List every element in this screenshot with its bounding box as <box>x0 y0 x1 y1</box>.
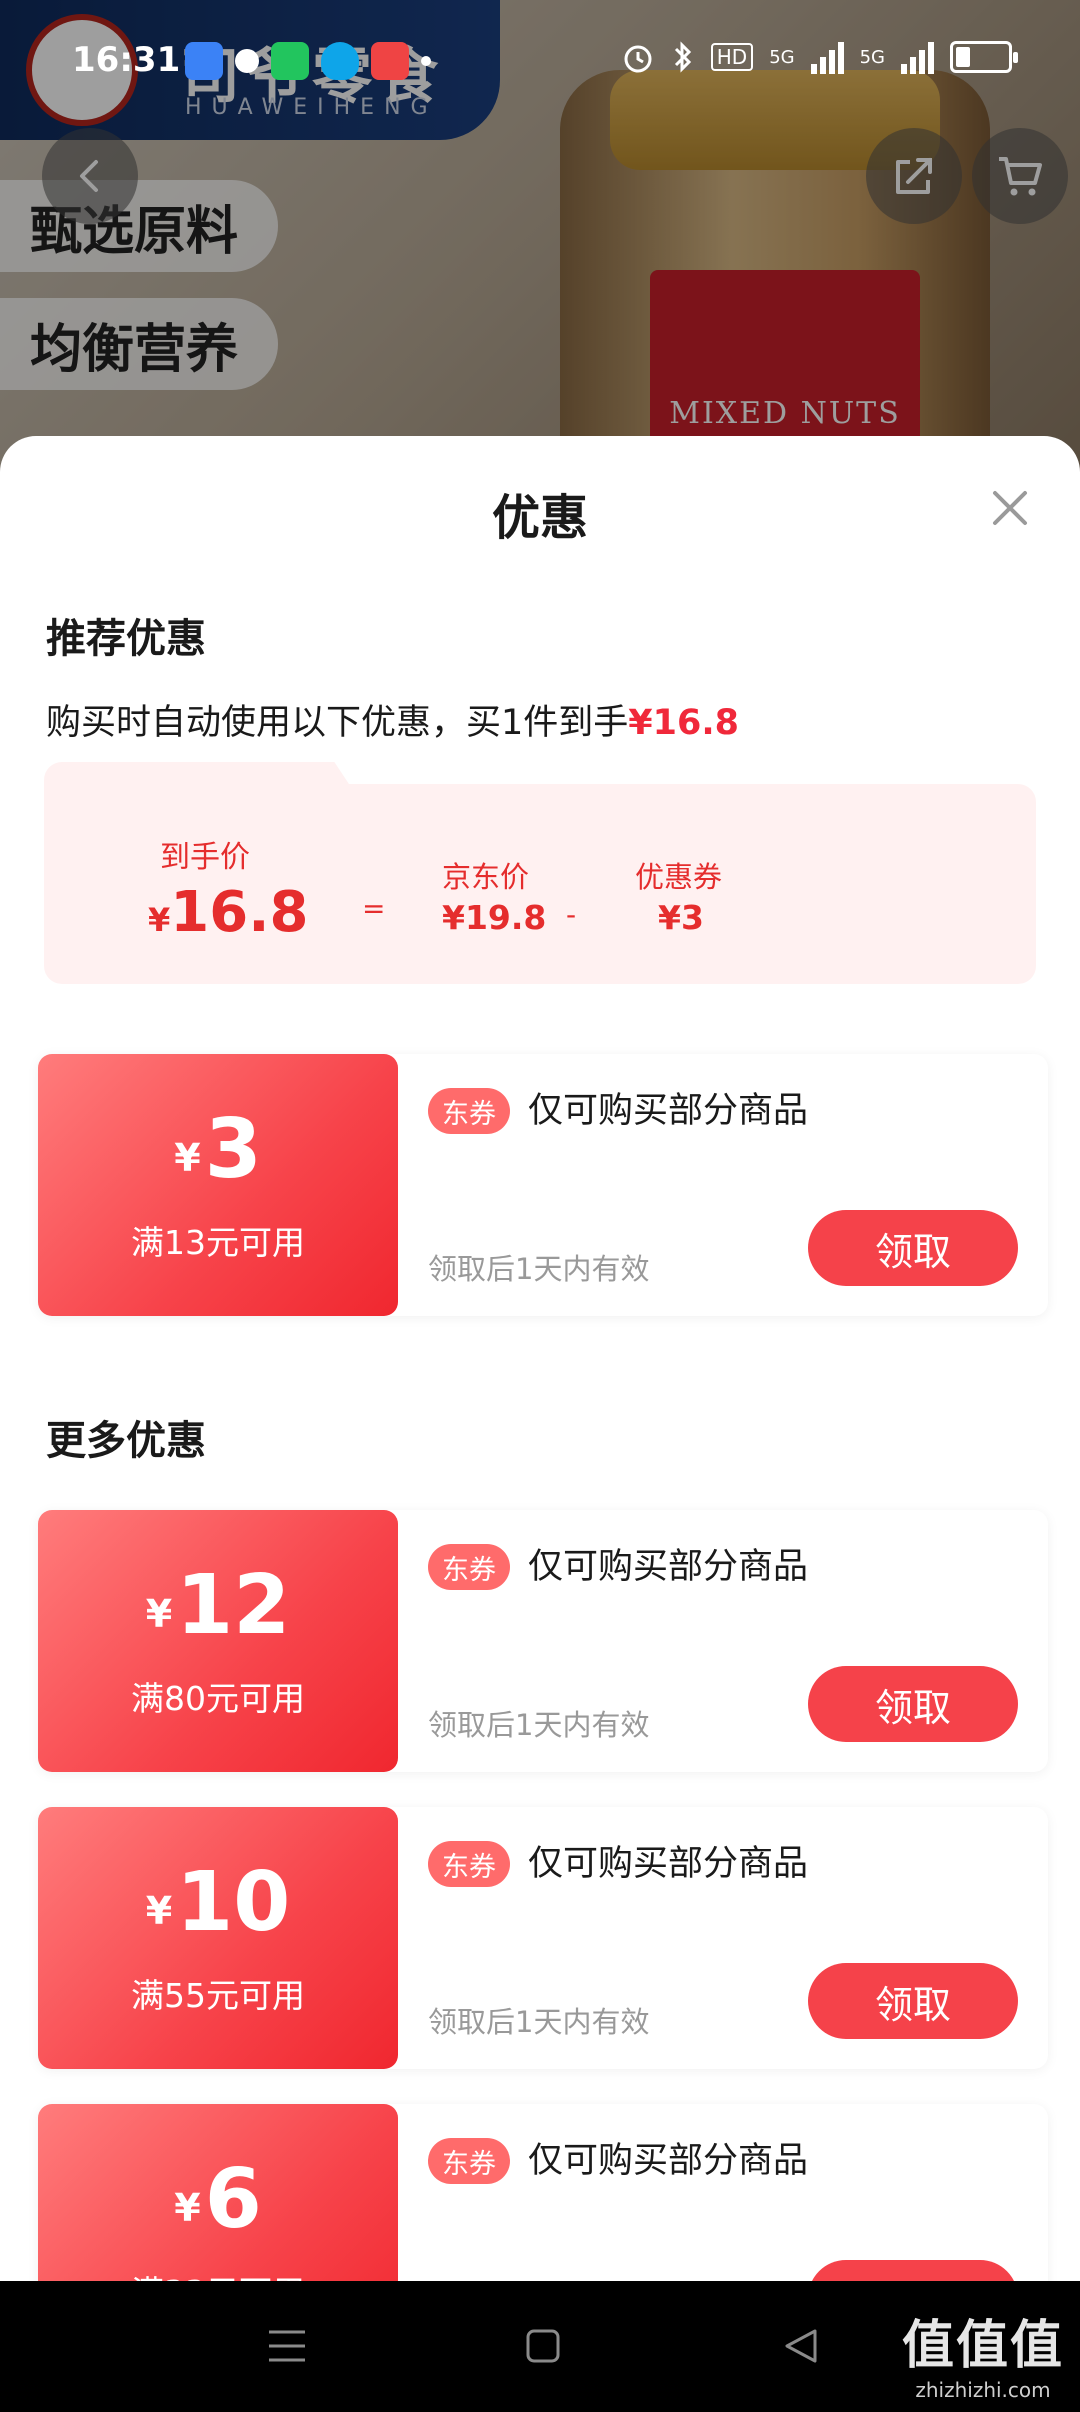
qq-icon <box>321 42 359 80</box>
signal-icon <box>810 40 844 74</box>
coupon-description: 仅可购买部分商品 <box>528 1844 809 1884</box>
coupon-discount-label: 优惠券 <box>635 860 723 894</box>
coupon-amount-value: 10 <box>176 1855 291 1950</box>
close-button[interactable] <box>980 478 1040 538</box>
coupon-amount: ¥3 <box>38 1102 398 1197</box>
final-price: ¥16.8 <box>148 880 308 945</box>
more-dot-icon <box>421 56 431 66</box>
app-notification-icon <box>185 42 223 80</box>
jd-price-label: 京东价 <box>442 860 530 894</box>
battery-icon <box>950 41 1018 73</box>
notification-icons <box>185 42 431 80</box>
coupon-discount-value: ¥3 <box>658 898 704 937</box>
app-notification-icon <box>371 42 409 80</box>
coupon-value-panel: ¥12 满80元可用 <box>38 1510 398 1772</box>
discount-sheet: 优惠 推荐优惠 购买时自动使用以下优惠，买1件到手¥16.8 到手价 ¥16.8… <box>0 436 1080 2281</box>
coupon-amount-value: 6 <box>204 2152 262 2247</box>
bluetooth-icon <box>674 41 691 73</box>
coupon-description: 仅可购买部分商品 <box>528 2141 809 2181</box>
nav-home-button[interactable] <box>508 2311 578 2381</box>
coupon-amount-value: 12 <box>176 1558 291 1653</box>
site-watermark: 值值值 zhizhizhi.com <box>902 2303 1064 2402</box>
price-breakdown: 到手价 ¥16.8 = 京东价 ¥19.8 - 优惠券 ¥3 <box>44 762 1036 984</box>
recommended-desc-text: 购买时自动使用以下优惠，买1件到手 <box>46 703 629 743</box>
close-icon <box>993 491 1027 525</box>
coupon-badge: 东券 <box>428 1544 510 1590</box>
coupon-validity: 领取后1天内有效 <box>428 2005 650 2039</box>
back-triangle-icon <box>785 2329 817 2363</box>
claim-coupon-button[interactable]: 领取 <box>808 1963 1018 2039</box>
coupon-yen: ¥ <box>174 1136 201 1180</box>
nav-back-button[interactable] <box>766 2311 836 2381</box>
coupon-card: ¥10 满55元可用 东券 仅可购买部分商品 领取后1天内有效 领取 <box>38 1807 1048 2069</box>
price-breakdown-tab <box>44 762 374 822</box>
hd-label: HD <box>710 43 754 71</box>
final-price-label: 到手价 <box>160 840 250 875</box>
coupon-validity: 领取后1天内有效 <box>428 1252 650 1286</box>
coupon-description: 仅可购买部分商品 <box>528 1091 809 1131</box>
sheet-title: 优惠 <box>491 490 588 546</box>
coupon-card: ¥12 满80元可用 东券 仅可购买部分商品 领取后1天内有效 领取 <box>38 1510 1048 1772</box>
coupon-validity: 领取后1天内有效 <box>428 1708 650 1742</box>
watermark-main: 值值值 <box>901 2315 1064 2376</box>
coupon-amount: ¥12 <box>38 1558 398 1653</box>
coupon-card: ¥3 满13元可用 东券 仅可购买部分商品 领取后1天内有效 领取 <box>38 1054 1048 1316</box>
signal-icon <box>901 40 934 74</box>
menu-icon <box>269 2330 305 2362</box>
final-price-yen: ¥ <box>148 901 171 939</box>
status-bar: 16:31 HD 5G 5G <box>0 0 1080 126</box>
more-offers-heading: 更多优惠 <box>46 1418 206 1464</box>
equals-sign: = <box>362 892 386 925</box>
coupon-value-panel: ¥3 满13元可用 <box>38 1054 398 1316</box>
home-square-icon <box>526 2329 560 2363</box>
coupon-badge: 东券 <box>428 1088 510 1134</box>
recommended-desc-price: ¥16.8 <box>628 703 739 743</box>
alarm-icon <box>624 45 652 73</box>
jd-price-value: ¥19.8 <box>442 898 547 937</box>
coupon-amount: ¥6 <box>38 2152 398 2247</box>
coupon-amount-value: 3 <box>204 1102 262 1197</box>
coupon-yen: ¥ <box>145 1592 173 1636</box>
claim-coupon-button[interactable]: 领取 <box>808 1666 1018 1742</box>
claim-coupon-button[interactable]: 领取 <box>808 1210 1018 1286</box>
coupon-badge: 东券 <box>428 2138 510 2184</box>
coupon-description: 仅可购买部分商品 <box>528 1547 809 1587</box>
status-right: HD 5G 5G <box>621 40 1018 74</box>
minus-sign: - <box>566 898 577 931</box>
coupon-value-panel: ¥6 满33元可用 <box>38 2104 398 2281</box>
status-time: 16:31 <box>72 40 181 80</box>
watermark-sub: zhizhizhi.com <box>915 2378 1051 2402</box>
recommended-heading: 推荐优惠 <box>46 616 206 662</box>
recommended-description: 购买时自动使用以下优惠，买1件到手¥16.8 <box>46 694 739 745</box>
network-label-1: 5G <box>769 46 795 68</box>
claim-coupon-button[interactable] <box>808 2260 1018 2281</box>
coupon-card: ¥6 满33元可用 东券 仅可购买部分商品 <box>38 2104 1048 2281</box>
coupon-condition: 满55元可用 <box>131 1976 305 2015</box>
coupon-yen: ¥ <box>145 1889 173 1933</box>
final-price-value: 16.8 <box>170 880 309 945</box>
coupon-condition: 满13元可用 <box>131 1223 305 1262</box>
system-nav-bar: 值值值 zhizhizhi.com <box>0 2281 1080 2412</box>
network-label-2: 5G <box>859 46 885 68</box>
message-icon <box>271 42 309 80</box>
coupon-condition: 满80元可用 <box>131 1679 305 1718</box>
coupon-value-panel: ¥10 满55元可用 <box>38 1807 398 2069</box>
nav-menu-button[interactable] <box>252 2311 322 2381</box>
app-notification-icon <box>235 49 259 73</box>
coupon-badge: 东券 <box>428 1841 510 1887</box>
coupon-condition: 满33元可用 <box>38 2266 398 2281</box>
coupon-yen: ¥ <box>174 2186 201 2230</box>
coupon-amount: ¥10 <box>38 1855 398 1950</box>
